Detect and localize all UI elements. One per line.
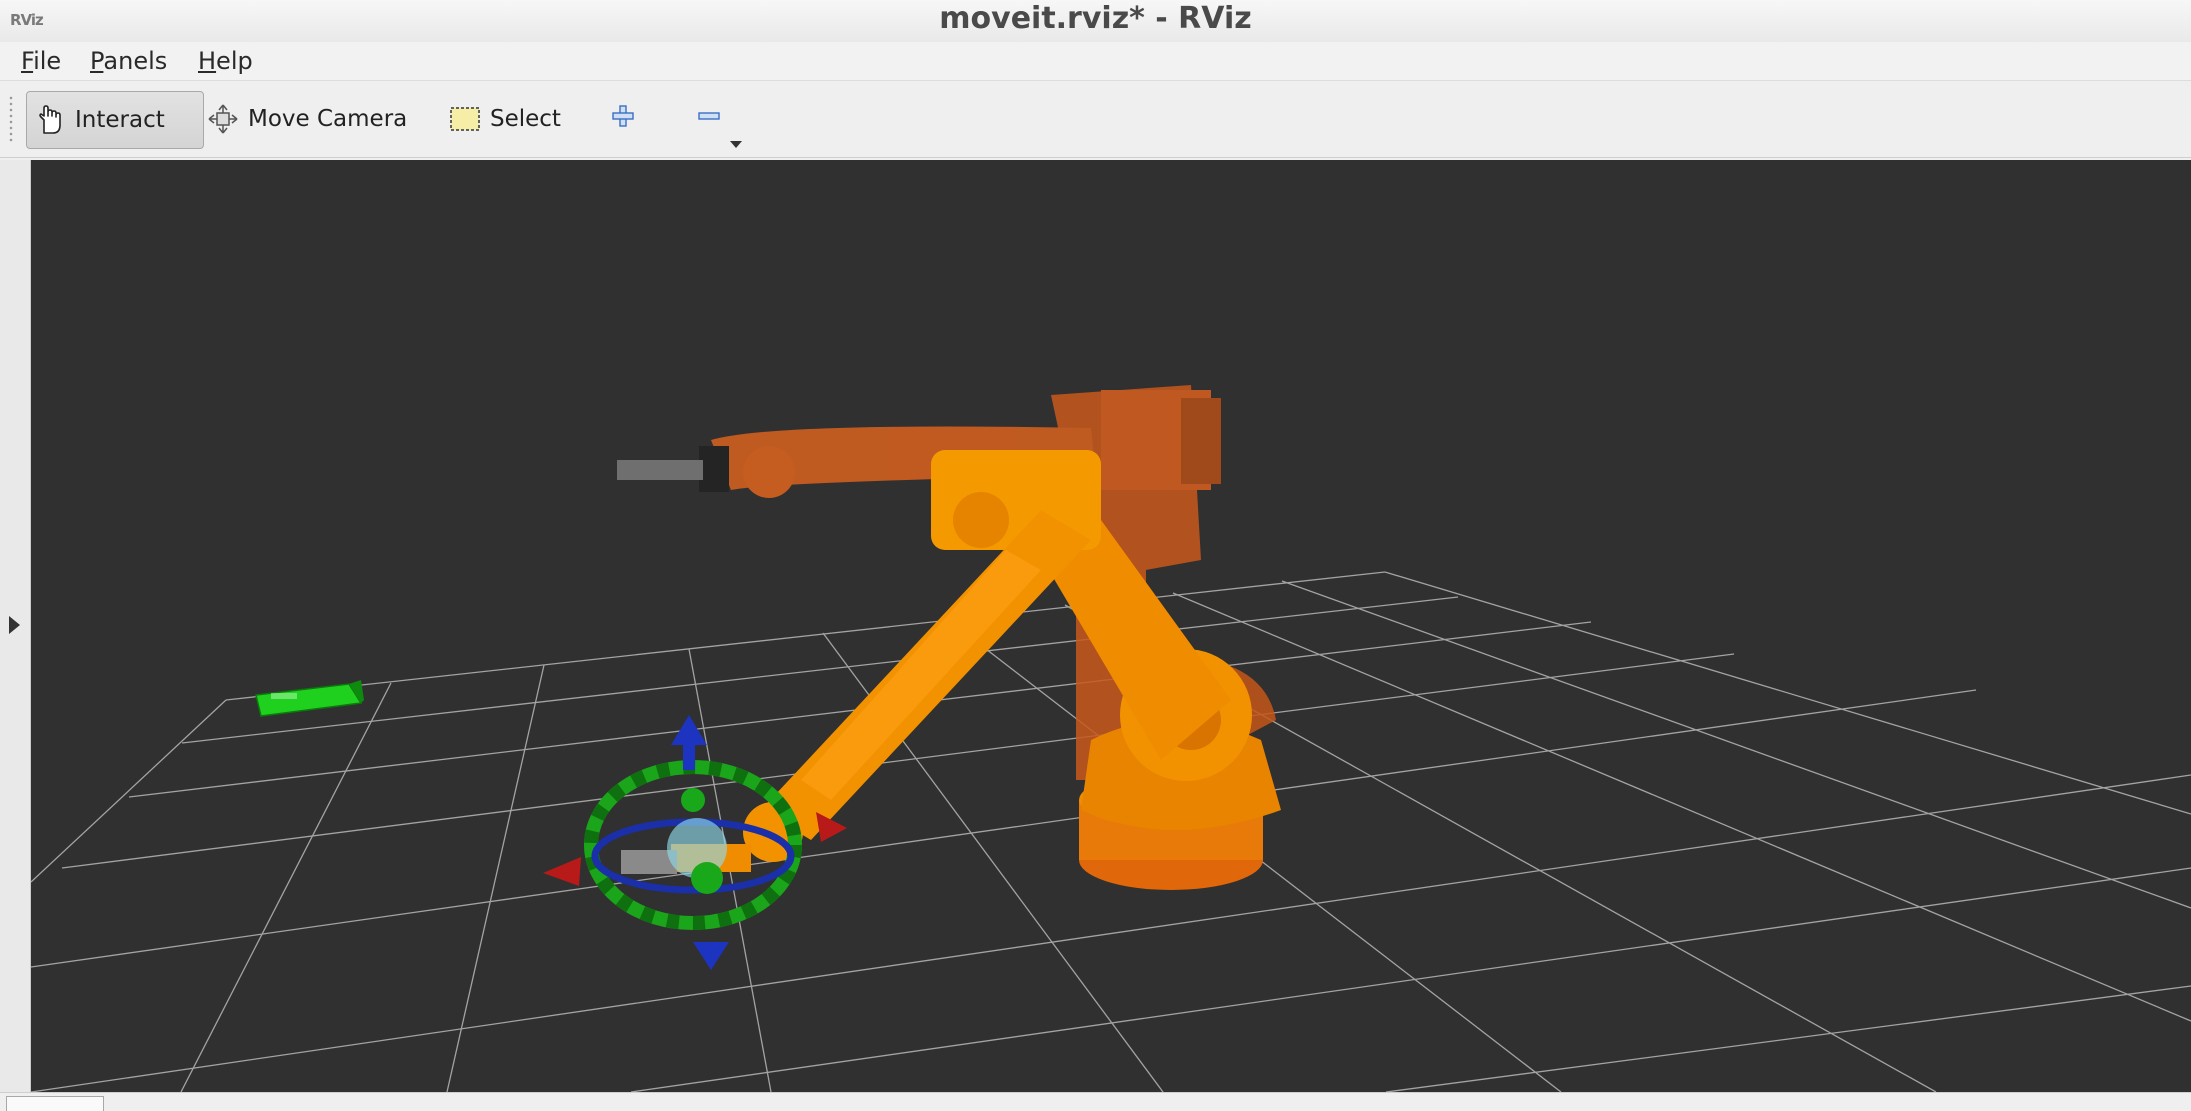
menu-help-label: elp: [216, 47, 253, 75]
title-bar: RViz moveit.rviz* - RViz: [0, 0, 2191, 43]
status-bar: [0, 1092, 2191, 1111]
plus-icon: [610, 103, 636, 135]
expand-right-icon: [9, 616, 20, 634]
move-camera-tool-label: Move Camera: [248, 106, 408, 132]
menu-file-mnemonic: F: [21, 47, 34, 75]
select-box-icon: [448, 102, 482, 136]
menu-help[interactable]: Help: [194, 46, 257, 76]
select-tool-label: Select: [490, 106, 561, 132]
move-camera-tool-button[interactable]: Move Camera: [206, 91, 407, 147]
menu-help-mnemonic: H: [198, 47, 217, 75]
menu-bar: File Panels Help: [0, 42, 2191, 81]
render-viewport-3d[interactable]: [31, 160, 2191, 1092]
menu-file[interactable]: File: [17, 46, 65, 76]
menu-panels-label: anels: [103, 47, 168, 75]
menu-panels-mnemonic: P: [90, 47, 104, 75]
window-title: moveit.rviz* - RViz: [939, 1, 1252, 36]
end-effector-interactive-marker[interactable]: [543, 715, 847, 970]
hand-icon: [33, 103, 67, 137]
collision-object-box[interactable]: [255, 680, 364, 717]
toolbar-grip-handle[interactable]: [8, 95, 14, 143]
side-panel-toggle-strip[interactable]: [0, 160, 31, 1092]
tools-toolbar: Interact Move Camera Select: [0, 81, 2191, 158]
menu-file-label: ile: [33, 47, 62, 75]
interact-tool-button[interactable]: Interact: [26, 91, 204, 149]
menu-panels[interactable]: Panels: [86, 46, 171, 76]
add-tool-button[interactable]: [606, 91, 640, 147]
move-camera-icon: [206, 102, 240, 136]
status-field: [6, 1096, 104, 1111]
select-tool-button[interactable]: Select: [448, 91, 561, 147]
interact-tool-label: Interact: [75, 107, 165, 133]
minus-icon: [696, 103, 722, 135]
dropdown-arrow-icon: [730, 129, 742, 155]
remove-tool-button[interactable]: [696, 91, 746, 148]
